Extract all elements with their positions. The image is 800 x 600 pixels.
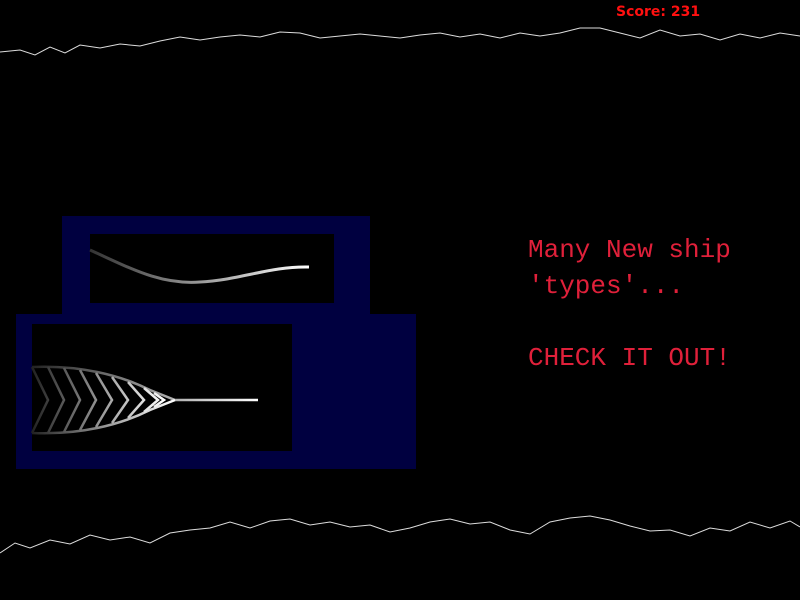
message-line-1: Many New ship <box>528 235 731 265</box>
ship-type-panel-bottom <box>16 314 416 469</box>
message-line-3: CHECK IT OUT! <box>528 343 731 373</box>
score-display: Score: 231 <box>616 4 701 20</box>
game-screen: Score: 231 Many New ship 'types'... CHEC… <box>0 0 800 600</box>
message-line-2: 'types'... <box>528 271 685 301</box>
cave-ceiling <box>0 27 800 56</box>
cave-floor <box>0 515 800 554</box>
ship-type-panel-top <box>62 216 370 314</box>
